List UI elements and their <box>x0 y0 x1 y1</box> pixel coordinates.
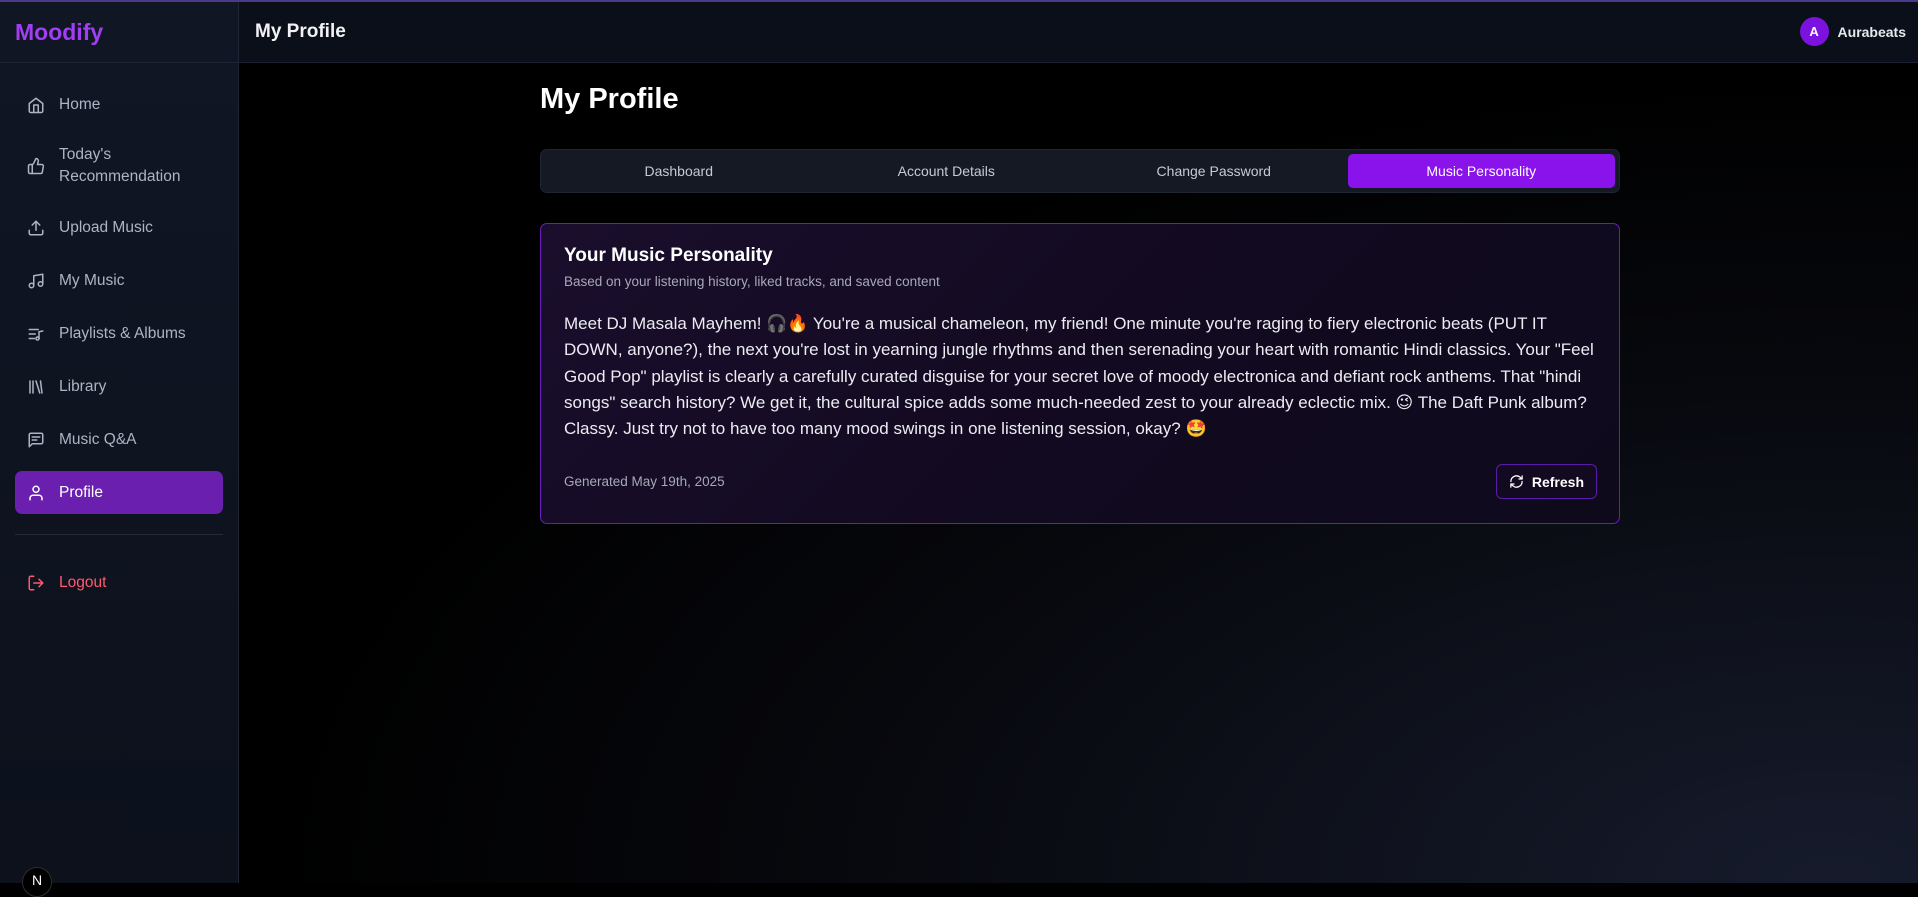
dev-tools-badge[interactable]: N <box>22 867 52 897</box>
sidebar-item-todays-recommendation[interactable]: Today's Recommendation <box>15 136 223 196</box>
sidebar-divider <box>15 534 223 535</box>
brand-logo[interactable]: Moodify <box>0 2 238 63</box>
library-icon <box>27 378 45 396</box>
playlist-icon <box>27 325 45 343</box>
tab-music-personality[interactable]: Music Personality <box>1347 154 1615 188</box>
tab-change-password[interactable]: Change Password <box>1080 154 1348 188</box>
sidebar-item-music-qa[interactable]: Music Q&A <box>15 418 223 461</box>
card-subtitle: Based on your listening history, liked t… <box>564 274 940 289</box>
home-icon <box>27 96 45 114</box>
card-footer: Generated May 19th, 2025 Refresh <box>564 464 1597 499</box>
page-title: My Profile <box>540 83 679 115</box>
chat-icon <box>27 431 45 449</box>
header-title: My Profile <box>255 21 346 42</box>
sidebar-item-label: Home <box>59 95 101 113</box>
generated-date: Generated May 19th, 2025 <box>564 474 725 489</box>
top-header: My Profile A Aurabeats <box>239 2 1918 63</box>
sidebar-nav: Home Today's Recommendation Upload Music… <box>0 63 238 604</box>
tab-account-details[interactable]: Account Details <box>813 154 1081 188</box>
logout-label: Logout <box>59 573 107 591</box>
logout-icon <box>27 574 45 592</box>
refresh-label: Refresh <box>1531 473 1584 490</box>
music-personality-card: Your Music Personality Based on your lis… <box>540 223 1620 524</box>
refresh-icon <box>1509 474 1524 489</box>
avatar[interactable]: A <box>1799 17 1829 46</box>
profile-tabs: Dashboard Account Details Change Passwor… <box>540 149 1620 193</box>
user-icon <box>27 484 45 502</box>
sidebar-item-my-music[interactable]: My Music <box>15 259 223 302</box>
logout-button[interactable]: Logout <box>15 561 223 604</box>
sidebar-item-label: My Music <box>59 271 125 289</box>
refresh-button[interactable]: Refresh <box>1495 464 1597 499</box>
sidebar-item-label: Upload Music <box>59 218 153 236</box>
sidebar-item-label: Profile <box>59 483 103 501</box>
sidebar: Moodify Home Today's Recommendation Uplo… <box>0 2 239 897</box>
sidebar-item-home[interactable]: Home <box>15 83 223 126</box>
user-name[interactable]: Aurabeats <box>1838 24 1906 40</box>
personality-description: Meet DJ Masala Mayhem! 🎧🔥 You're a music… <box>564 314 1594 439</box>
thumbs-up-icon <box>27 157 45 175</box>
sidebar-item-upload-music[interactable]: Upload Music <box>15 206 223 249</box>
sidebar-item-playlists-albums[interactable]: Playlists & Albums <box>15 312 223 355</box>
sidebar-item-label: Today's Recommendation <box>59 146 181 185</box>
user-menu[interactable]: A Aurabeats <box>1799 17 1906 46</box>
sidebar-item-label: Playlists & Albums <box>59 324 186 342</box>
music-note-icon <box>27 272 45 290</box>
main-content: My Profile Dashboard Account Details Cha… <box>239 63 1918 883</box>
sidebar-item-label: Music Q&A <box>59 430 137 448</box>
card-title: Your Music Personality <box>564 245 773 266</box>
sidebar-item-profile[interactable]: Profile <box>15 471 223 514</box>
upload-icon <box>27 219 45 237</box>
sidebar-item-label: Library <box>59 377 107 395</box>
tab-dashboard[interactable]: Dashboard <box>545 154 813 188</box>
sidebar-item-library[interactable]: Library <box>15 365 223 408</box>
